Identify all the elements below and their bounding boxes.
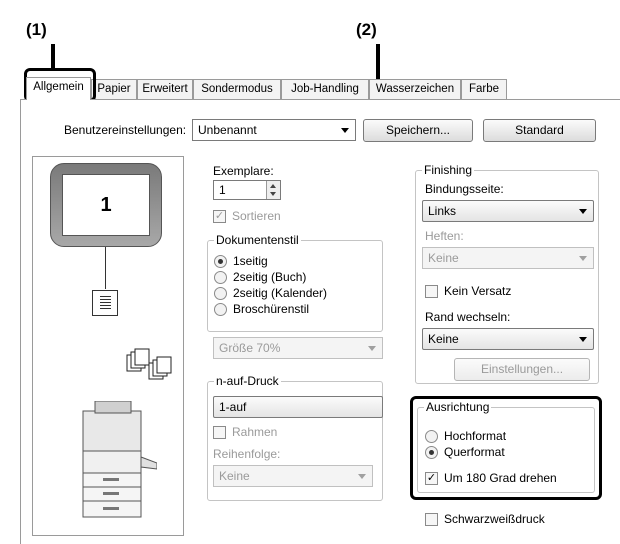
no-offset-checkbox[interactable]	[425, 285, 438, 298]
page-preview: 1	[62, 174, 150, 236]
chevron-down-icon	[579, 337, 587, 342]
order-value: Keine	[219, 469, 250, 483]
copies-input[interactable]: 1	[213, 180, 281, 200]
chevron-down-icon	[341, 128, 349, 133]
margin-dropdown[interactable]: Keine	[422, 328, 594, 350]
finishing-settings-button[interactable]: Einstellungen...	[454, 358, 590, 381]
radio-2seitig-buch-button[interactable]	[214, 271, 227, 284]
collate-label: Sortieren	[232, 209, 281, 223]
finishing-legend: Finishing	[422, 163, 475, 177]
preview-area: 1	[32, 156, 184, 536]
radio-broschuerenstil-button[interactable]	[214, 303, 227, 316]
printer-image	[82, 401, 157, 518]
orientation-highlight	[410, 396, 602, 500]
bw-print-checkbox[interactable]	[425, 513, 438, 526]
tab-farbe[interactable]: Farbe	[461, 79, 507, 99]
copies-value: 1	[219, 183, 226, 197]
default-button[interactable]: Standard	[483, 119, 596, 142]
copies-stepper[interactable]	[266, 181, 280, 199]
tab-erweitert[interactable]: Erweitert	[137, 79, 193, 99]
tab-sondermodus[interactable]: Sondermodus	[193, 79, 281, 99]
binding-value: Links	[428, 204, 457, 218]
collated-copies-icon	[126, 348, 172, 380]
radio-2seitig-kalender-button[interactable]	[214, 287, 227, 300]
margin-label: Rand wechseln:	[425, 310, 511, 324]
presets-value: Unbenannt	[198, 123, 257, 137]
page-preview-number: 1	[100, 194, 112, 216]
chevron-down-icon	[368, 346, 376, 351]
chevron-down-icon[interactable]	[270, 192, 276, 196]
radio-broschuerenstil-label: Broschürenstil	[233, 302, 310, 316]
binding-dropdown[interactable]: Links	[422, 200, 594, 222]
nup-dropdown[interactable]: 1-auf	[213, 396, 383, 418]
presets-label: Benutzereinstellungen:	[64, 123, 187, 137]
chevron-down-icon	[579, 209, 587, 214]
copies-label: Exemplare:	[213, 164, 274, 178]
bw-print-label: Schwarzweißdruck	[444, 512, 545, 526]
booklet-size-dropdown[interactable]: Größe 70%	[213, 337, 383, 359]
document-style-legend: Dokumentenstil	[214, 233, 301, 247]
chevron-up-icon[interactable]	[270, 184, 276, 188]
chevron-down-icon	[579, 256, 587, 261]
no-offset-label: Kein Versatz	[444, 284, 512, 298]
staple-label: Heften:	[425, 229, 464, 243]
order-dropdown[interactable]: Keine	[213, 465, 373, 487]
border-checkbox[interactable]	[213, 426, 226, 439]
chevron-down-icon	[358, 474, 366, 479]
tab-wasserzeichen[interactable]: Wasserzeichen	[369, 79, 461, 99]
collate-checkbox[interactable]: ✓	[213, 210, 226, 223]
radio-2seitig-buch-label: 2seitig (Buch)	[233, 270, 307, 284]
radio-2seitig-kalender-label: 2seitig (Kalender)	[233, 286, 328, 300]
tab-papier[interactable]: Papier	[91, 79, 137, 99]
nup-value: 1-auf	[219, 400, 247, 414]
tab-allgemein[interactable]: Allgemein	[26, 77, 91, 100]
preview-connector	[105, 247, 106, 289]
nup-legend: n-auf-Druck	[214, 374, 281, 388]
radio-1seitig-button[interactable]	[214, 255, 227, 268]
binding-label: Bindungsseite:	[425, 182, 504, 196]
tab-job-handling[interactable]: Job-Handling	[281, 79, 369, 99]
booklet-size-value: Größe 70%	[219, 341, 281, 355]
order-label: Reihenfolge:	[213, 447, 281, 461]
staple-dropdown[interactable]: Keine	[422, 247, 594, 269]
presets-dropdown[interactable]: Unbenannt	[192, 119, 356, 141]
document-icon	[92, 290, 118, 316]
border-label: Rahmen	[232, 425, 278, 439]
save-button[interactable]: Speichern...	[363, 119, 473, 142]
staple-value: Keine	[428, 251, 459, 265]
radio-1seitig-label: 1seitig	[233, 254, 268, 268]
margin-value: Keine	[428, 332, 459, 346]
